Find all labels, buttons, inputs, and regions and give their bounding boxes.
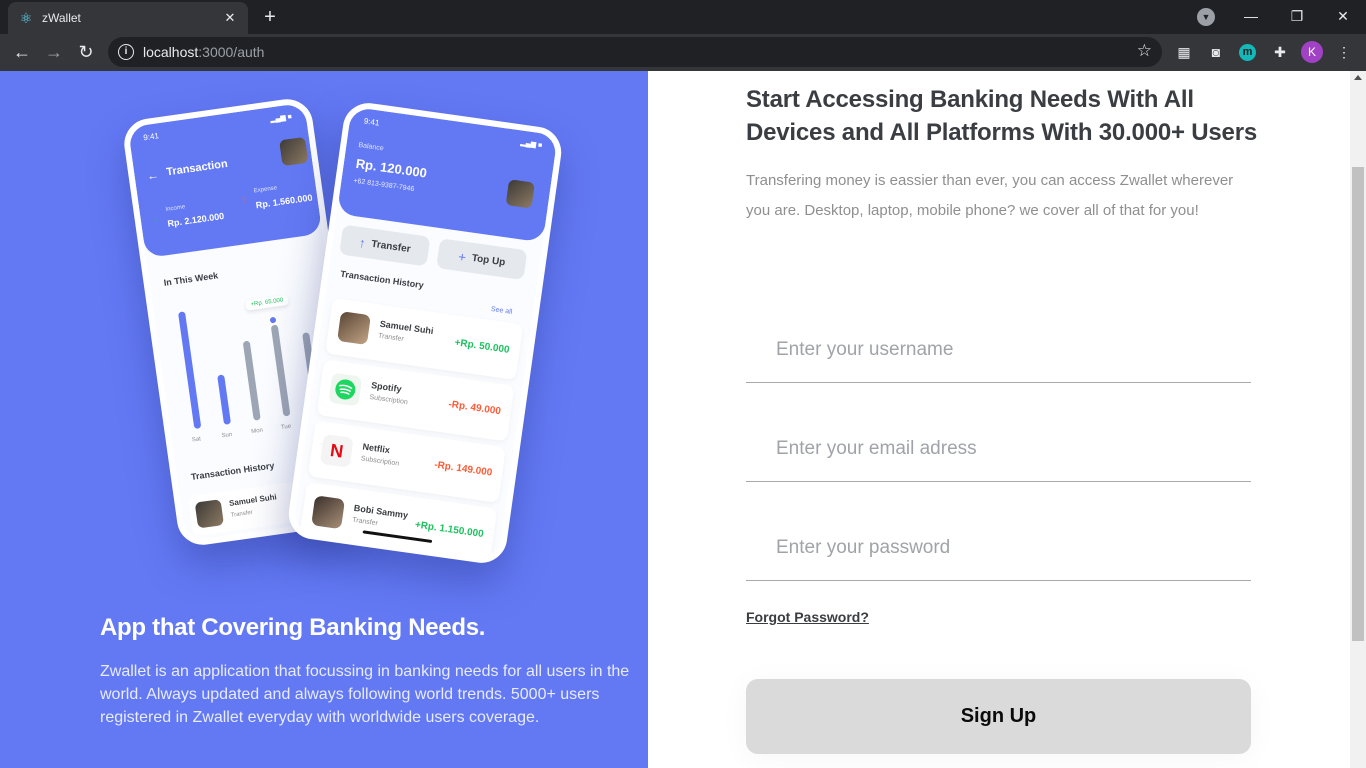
scrollbar-thumb[interactable] — [1352, 167, 1364, 641]
restore-icon[interactable]: ❐ — [1274, 0, 1320, 32]
qr-code-icon[interactable]: ▦ — [1174, 42, 1194, 62]
promo-title: App that Covering Banking Needs. — [100, 614, 486, 641]
history-sub: Transfer — [230, 509, 254, 519]
url-path: :3000/auth — [198, 44, 265, 60]
bookmark-star-icon[interactable]: ☆ — [1137, 41, 1152, 61]
transfer-label: Transfer — [370, 238, 412, 255]
balance-label: Balance — [357, 141, 384, 153]
back-arrow-icon: ← — [145, 167, 160, 184]
react-favicon-icon: ⚛ — [19, 10, 33, 26]
chart-tooltip: +Rp. 65.000 — [245, 294, 289, 311]
extensions-puzzle-icon[interactable]: ✚ — [1270, 42, 1290, 62]
phone-header: 9:41 ▂▄▆ ■ Balance Rp. 120.000 +62 813-9… — [336, 106, 558, 243]
new-tab-icon[interactable]: + — [258, 5, 282, 29]
chart-point — [267, 314, 279, 326]
day-label: Sun — [221, 431, 233, 440]
phone-time: 9:41 — [142, 131, 160, 143]
username-input[interactable] — [776, 335, 1236, 365]
phone-transfer-button: ↑ Transfer — [339, 224, 431, 267]
email-input[interactable] — [776, 434, 1236, 464]
site-info-icon[interactable]: i — [118, 44, 134, 60]
transaction-amount: -Rp. 49.000 — [447, 399, 502, 418]
tab-title: zWallet — [42, 11, 81, 25]
history-name: Samuel Suhi — [228, 492, 278, 508]
email-field — [746, 422, 1251, 482]
browser-tab-bar: ⚛ zWallet ✕ + ▼ — ❐ ✕ — [0, 0, 1366, 34]
scroll-up-arrow-icon[interactable] — [1354, 75, 1362, 80]
promo-panel: 9:41 ▂▄▆ ■ ← Transaction ↓ Income Rp. 2.… — [0, 71, 648, 768]
chart-bar — [270, 324, 291, 417]
history-avatar — [194, 499, 225, 529]
phone-title: Transaction — [165, 157, 229, 179]
balance-value: Rp. 120.000 — [354, 155, 428, 181]
history-label: Transaction History — [339, 268, 425, 291]
transaction-avatar — [311, 495, 346, 530]
reload-icon[interactable]: ↻ — [74, 40, 98, 64]
browser-toolbar: ← → ↻ i localhost:3000/auth ☆ ▦ ◙ m ✚ K … — [0, 34, 1366, 71]
chart-bar — [177, 311, 202, 430]
password-input[interactable] — [776, 533, 1236, 563]
page-scrollbar[interactable] — [1350, 71, 1366, 768]
phone-status-icon: ▂▄▆ ■ — [519, 139, 543, 150]
expense-value: Rp. 1.560.000 — [255, 192, 314, 211]
history-label: Transaction History — [190, 460, 275, 482]
url-host: localhost — [143, 44, 199, 60]
transaction-type: Transfer — [377, 332, 405, 344]
income-arrow-icon: ↓ — [151, 212, 160, 225]
auth-subtext: Transfering money is eassier than ever, … — [746, 172, 1234, 219]
auth-page: 9:41 ▂▄▆ ■ ← Transaction ↓ Income Rp. 2.… — [0, 71, 1350, 768]
phone-time: 9:41 — [363, 116, 380, 128]
phone-number: +62 813-9387-7946 — [352, 177, 415, 194]
transaction-amount: -Rp. 149.000 — [433, 459, 493, 479]
transaction-amount: +Rp. 1.150.000 — [414, 519, 485, 541]
user-avatar — [279, 136, 309, 167]
see-all-link: See all — [490, 305, 513, 316]
close-window-icon[interactable]: ✕ — [1320, 0, 1366, 32]
day-label: Sat — [191, 436, 202, 444]
week-label: In This Week — [163, 270, 219, 288]
topup-label: Top Up — [471, 252, 507, 268]
income-label: Income — [165, 204, 186, 213]
transaction-name: Netflix — [361, 441, 391, 456]
chart-bar — [242, 340, 261, 421]
forward-icon[interactable]: → — [42, 40, 66, 64]
tab-search-icon[interactable]: ▼ — [1197, 8, 1215, 26]
day-label: Tue — [280, 423, 292, 431]
browser-menu-icon[interactable]: ⋮ — [1334, 42, 1354, 62]
phone-header: 9:41 ▂▄▆ ■ ← Transaction ↓ Income Rp. 2.… — [127, 102, 323, 259]
sign-up-button[interactable]: Sign Up — [746, 679, 1251, 754]
phone-topup-button: + Top Up — [436, 238, 528, 281]
spotify-icon — [328, 372, 363, 407]
address-bar[interactable]: i localhost:3000/auth ☆ — [108, 37, 1162, 67]
income-value: Rp. 2.120.000 — [166, 210, 225, 229]
username-field — [746, 323, 1251, 383]
password-field — [746, 521, 1251, 581]
netflix-icon: N — [319, 433, 354, 468]
user-avatar — [505, 179, 535, 209]
transaction-avatar — [337, 311, 371, 346]
tab-close-icon[interactable]: ✕ — [222, 10, 238, 26]
chart-bar — [217, 374, 232, 425]
browser-tab[interactable]: ⚛ zWallet ✕ — [8, 2, 248, 34]
phone-mockup-dashboard: 9:41 ▂▄▆ ■ Balance Rp. 120.000 +62 813-9… — [285, 99, 565, 567]
camera-icon[interactable]: ◙ — [1206, 42, 1226, 62]
phone-status-icon: ▂▄▆ ■ — [269, 113, 293, 124]
forgot-password-link[interactable]: Forgot Password? — [746, 609, 869, 625]
transaction-type: Subscription — [360, 455, 400, 468]
day-label: Mon — [250, 427, 264, 436]
expense-arrow-icon: ↑ — [240, 193, 248, 207]
expense-label: Expense — [253, 185, 278, 195]
transaction-name: Spotify — [370, 380, 403, 395]
profile-avatar[interactable]: K — [1301, 41, 1323, 63]
minimize-icon[interactable]: — — [1228, 0, 1274, 32]
back-icon[interactable]: ← — [10, 40, 34, 64]
transaction-type: Subscription — [369, 393, 409, 407]
auth-heading: Start Accessing Banking Needs With All D… — [746, 86, 1257, 146]
extension-m-icon[interactable]: m — [1239, 44, 1256, 61]
transaction-type: Transfer — [351, 516, 379, 528]
transaction-amount: +Rp. 50.000 — [453, 337, 511, 356]
promo-description: Zwallet is an application that focussing… — [100, 663, 630, 726]
